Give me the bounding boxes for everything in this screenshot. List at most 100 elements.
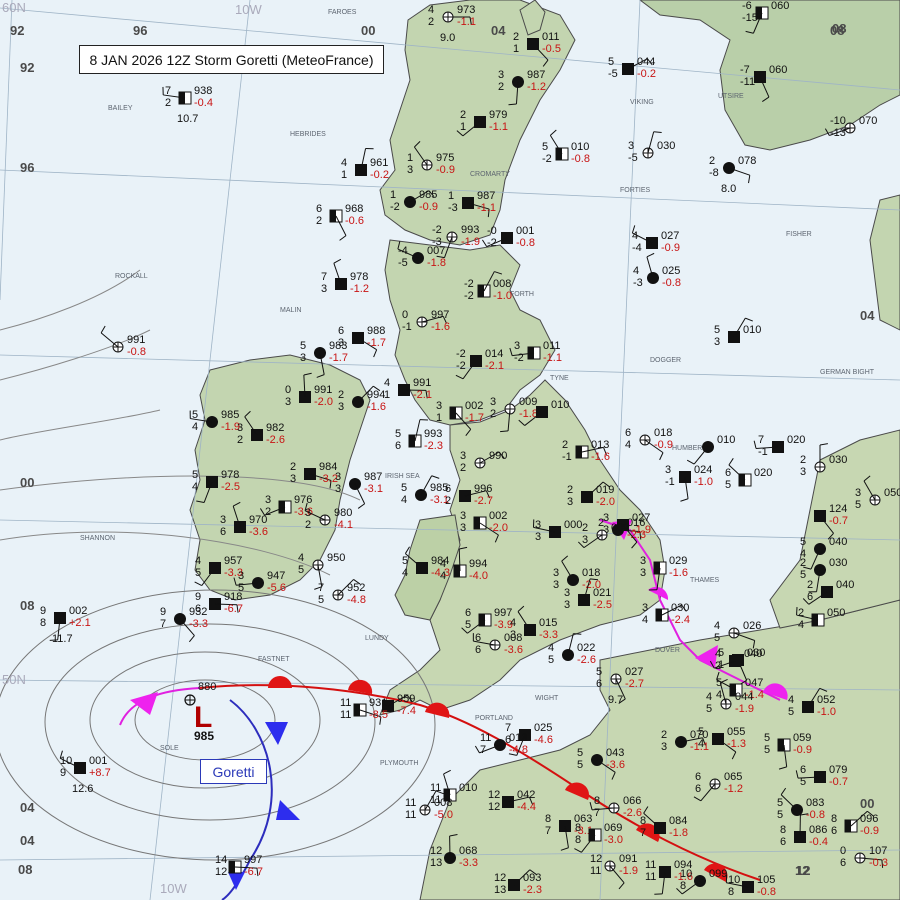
station-value: 4: [298, 552, 304, 564]
station-value: 0: [840, 845, 846, 857]
station-tendency: -1.7: [465, 412, 484, 424]
station-tendency: -1.7: [329, 352, 348, 364]
station-value: 5: [714, 632, 720, 644]
station-pressure: 078: [738, 155, 756, 167]
station-value: 2: [513, 31, 519, 43]
station-pressure: 988: [367, 325, 385, 337]
sea-area-label: PLYMOUTH: [380, 760, 418, 767]
station-plot: 010-0.8 5-2: [542, 129, 590, 165]
station-value: 14: [215, 854, 227, 866]
station-value: 10: [680, 868, 692, 880]
station-pressure: 993: [424, 428, 442, 440]
station-tendency: -0.9: [419, 201, 438, 213]
station-pressure: 027: [632, 512, 650, 524]
station-value: 4: [192, 421, 198, 433]
station-tendency: -3.6: [606, 759, 625, 771]
sea-area-label: HUMBER: [672, 445, 702, 452]
station-value: 6: [800, 764, 806, 776]
station-value: 2: [807, 579, 813, 591]
isobar-label: 00: [20, 475, 34, 490]
station-value: 5: [725, 479, 731, 491]
station-extra: 9.0: [440, 32, 455, 44]
sea-area-label: LUNDY: [365, 635, 389, 642]
station-tendency: -0.4: [809, 836, 828, 848]
station-value: 6: [395, 440, 401, 452]
station-pressure: 001: [516, 225, 534, 237]
station-value: 8: [680, 880, 686, 892]
station-value: 11: [645, 859, 656, 871]
lat-lon-label: 60N: [2, 0, 26, 15]
station-value: 2: [460, 462, 466, 474]
station-value: 2: [798, 607, 804, 619]
station-pressure: 083: [806, 797, 824, 809]
station-value: 5: [764, 744, 770, 756]
station-value: 9: [60, 767, 66, 779]
station-value: -10: [830, 115, 846, 127]
station-pressure: 990: [489, 450, 507, 462]
station-tendency: -2.0: [489, 522, 508, 534]
station-value: -2: [432, 224, 442, 236]
station-pressure: 029: [669, 555, 687, 567]
station-tendency: -4.8: [509, 744, 528, 756]
station-value: 5: [402, 555, 408, 567]
station-value: 3: [407, 164, 413, 176]
sea-area-label: VIKING: [630, 99, 654, 106]
station-tendency: -1.9: [619, 865, 638, 877]
station-tendency: -2.6: [577, 654, 596, 666]
station-tendency: -1.1: [543, 352, 562, 364]
sea-area-label: PORTLAND: [475, 715, 513, 722]
station-value: 6: [475, 632, 481, 644]
station-tendency: -1.2: [724, 783, 743, 795]
sea-area-label: BAILEY: [108, 105, 133, 112]
station-value: 3: [335, 471, 341, 483]
station-tendency: +8.7: [89, 767, 111, 779]
station-value: 7: [160, 618, 166, 630]
station-pressure: 001: [89, 755, 107, 767]
station-value: -0: [487, 225, 497, 237]
station-plot: 931-8.5 1111: [340, 697, 388, 725]
station-tendency: -0.8: [571, 153, 590, 165]
station-plot: 010 53: [714, 317, 761, 348]
station-tendency: -2.6: [266, 434, 285, 446]
station-pressure: 099: [709, 868, 727, 880]
cold-front-symbol: [276, 800, 300, 820]
station-value: 3: [265, 494, 271, 506]
station-value: 2: [567, 484, 573, 496]
station-value: 3: [436, 400, 442, 412]
station-value: 4: [714, 620, 720, 632]
sea-area-label: DOVER: [655, 647, 680, 654]
station-value: 5: [300, 340, 306, 352]
station-value: -3: [633, 277, 643, 289]
station-pressure: 026: [743, 620, 761, 632]
station-value: 3: [553, 567, 559, 579]
station-pressure: 027: [661, 230, 679, 242]
station-value: 7: [640, 827, 646, 839]
station-pressure: 086: [809, 824, 827, 836]
station-value: 4: [625, 439, 631, 451]
station-tendency: -0.8: [757, 886, 776, 898]
storm-name-label: Goretti: [200, 759, 267, 784]
station-value: -1: [402, 321, 412, 333]
station-pressure: 042: [517, 789, 535, 801]
station-value: 2: [460, 109, 466, 121]
station-pressure: 010: [459, 782, 477, 794]
station-value: 6: [445, 483, 451, 495]
station-value: 11: [405, 797, 416, 809]
station-tendency: -0.2: [637, 68, 656, 80]
station-tendency: -0.7: [829, 515, 848, 527]
station-value: 9: [195, 591, 201, 603]
station-pressure: 985: [419, 189, 437, 201]
station-value: 5: [401, 482, 407, 494]
station-value: -2: [487, 237, 497, 249]
station-value: 2: [709, 155, 715, 167]
station-value: 6: [695, 771, 701, 783]
station-value: 3: [338, 401, 344, 413]
station-value: -7: [740, 64, 750, 76]
sea-area-label: TYNE: [550, 375, 569, 382]
station-tendency: -2.0: [596, 496, 615, 508]
station-tendency: -0.9: [793, 744, 812, 756]
station-pressure: 022: [577, 642, 595, 654]
station-tendency: -1.1: [457, 16, 476, 28]
station-tendency: -7.4: [397, 705, 416, 717]
station-value: 13: [430, 857, 442, 869]
